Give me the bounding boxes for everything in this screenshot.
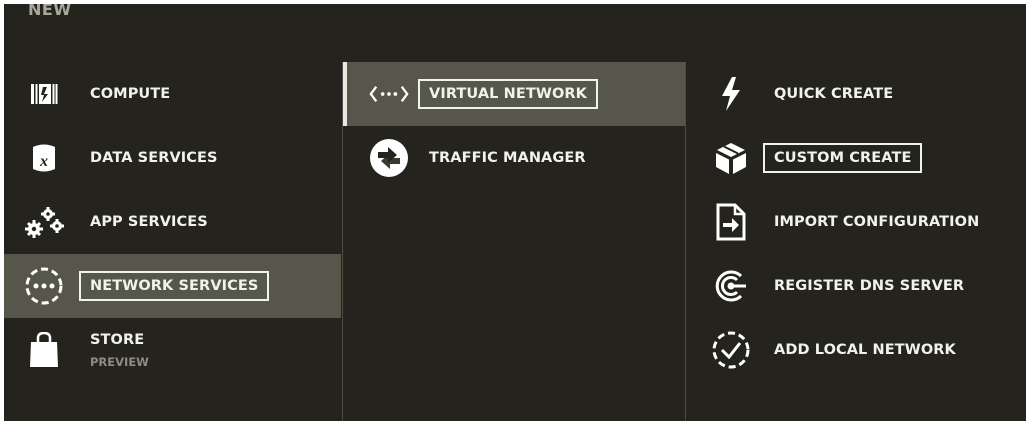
menu-item-app-services[interactable]: APP SERVICES bbox=[4, 190, 341, 254]
traffic-manager-icon bbox=[369, 139, 409, 177]
menu-item-label: CUSTOM CREATE bbox=[763, 143, 923, 173]
menu-item-compute[interactable]: COMPUTE bbox=[4, 62, 341, 126]
panel-title: NEW bbox=[28, 4, 72, 19]
menu-item-data-services[interactable]: x DATA SERVICES bbox=[4, 126, 341, 190]
menu-item-label: REGISTER DNS SERVER bbox=[774, 278, 965, 294]
menu-item-label: ADD LOCAL NETWORK bbox=[774, 342, 956, 358]
menu-item-import-configuration[interactable]: IMPORT CONFIGURATION bbox=[685, 190, 1026, 254]
menu-item-traffic-manager[interactable]: TRAFFIC MANAGER bbox=[343, 126, 685, 190]
menu-item-label: COMPUTE bbox=[90, 86, 171, 102]
database-icon: x bbox=[24, 140, 64, 176]
lightning-icon bbox=[711, 76, 751, 112]
menu-item-quick-create[interactable]: QUICK CREATE bbox=[685, 62, 1026, 126]
box-icon bbox=[711, 140, 751, 176]
shopping-bag-icon bbox=[24, 332, 64, 368]
menu-item-label: TRAFFIC MANAGER bbox=[429, 150, 586, 166]
menu-item-label: APP SERVICES bbox=[90, 214, 208, 230]
menu-item-label: VIRTUAL NETWORK bbox=[418, 79, 599, 109]
menu-item-register-dns-server[interactable]: REGISTER DNS SERVER bbox=[685, 254, 1026, 318]
action-column: QUICK CREATE CUSTOM CREATE IMPORT CONFIG… bbox=[685, 62, 1026, 421]
menu-item-sublabel: PREVIEW bbox=[90, 355, 149, 369]
menu-item-label: DATA SERVICES bbox=[90, 150, 218, 166]
menu-item-add-local-network[interactable]: ADD LOCAL NETWORK bbox=[685, 318, 1026, 382]
selection-indicator bbox=[343, 62, 347, 126]
category-column: COMPUTE x DATA SERVICES APP SERVICES NET… bbox=[4, 62, 341, 421]
network-services-icon bbox=[24, 267, 64, 305]
gears-icon bbox=[24, 204, 64, 240]
menu-item-custom-create[interactable]: CUSTOM CREATE bbox=[685, 126, 1026, 190]
import-icon bbox=[711, 203, 751, 241]
menu-item-virtual-network[interactable]: VIRTUAL NETWORK bbox=[343, 62, 685, 126]
svg-text:x: x bbox=[39, 153, 48, 170]
dns-icon bbox=[711, 268, 751, 304]
virtual-network-icon bbox=[369, 76, 409, 112]
menu-item-label: IMPORT CONFIGURATION bbox=[774, 214, 980, 230]
service-column: VIRTUAL NETWORK TRAFFIC MANAGER bbox=[342, 62, 686, 421]
local-network-icon bbox=[711, 331, 751, 369]
compute-icon bbox=[24, 76, 64, 112]
new-panel: NEW COMPUTE x DATA SERVICES APP SERVICES… bbox=[4, 4, 1026, 421]
menu-item-label: QUICK CREATE bbox=[774, 86, 894, 102]
menu-item-store[interactable]: STORE PREVIEW bbox=[4, 318, 341, 382]
menu-item-label: NETWORK SERVICES bbox=[79, 271, 270, 301]
menu-item-label: STORE bbox=[90, 332, 145, 348]
menu-item-network-services[interactable]: NETWORK SERVICES bbox=[4, 254, 341, 318]
